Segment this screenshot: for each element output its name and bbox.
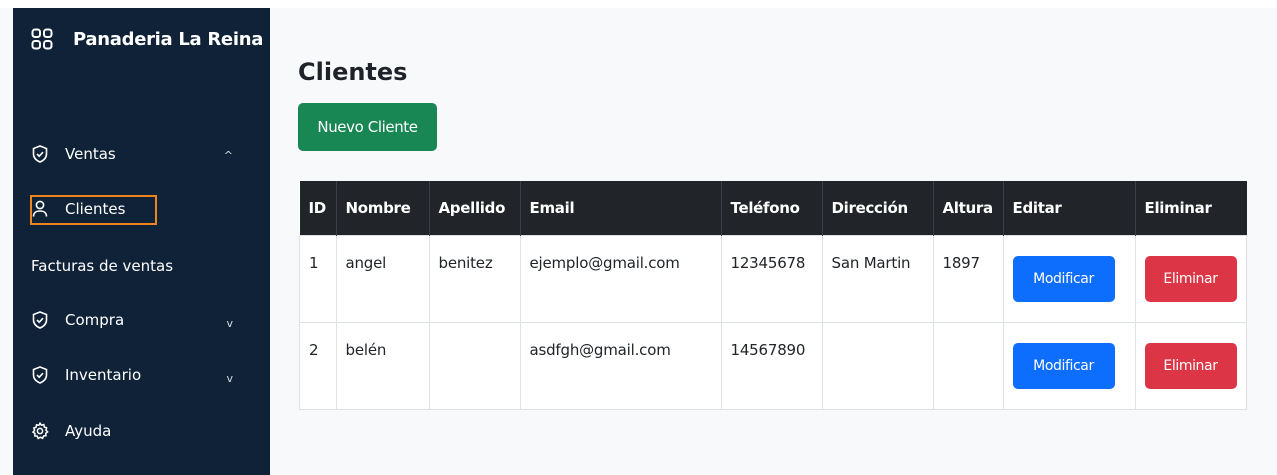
- cell-telefono: 12345678: [720, 235, 823, 323]
- column-header: Eliminar: [1135, 181, 1247, 236]
- grid-icon: [31, 28, 53, 50]
- cell-eliminar: Eliminar: [1134, 322, 1247, 410]
- delete-button[interactable]: Eliminar: [1144, 343, 1237, 389]
- chevron-down-icon: v: [226, 372, 233, 385]
- cell-direccion: San Martin: [821, 235, 934, 323]
- cell-eliminar: Eliminar: [1134, 235, 1247, 323]
- sidebar-item-ayuda[interactable]: Ayuda: [31, 422, 111, 440]
- cell-apellido: benitez: [428, 235, 521, 323]
- chevron-down-icon: v: [226, 317, 233, 330]
- cell-apellido: [428, 322, 521, 410]
- sidebar-item-facturas[interactable]: Facturas de ventas: [31, 257, 173, 275]
- top-strip: [0, 0, 1277, 8]
- sidebar-item-ventas[interactable]: Ventas ^: [31, 145, 257, 163]
- clients-table: ID Nombre Apellido Email Teléfono Direcc…: [299, 181, 1247, 410]
- shield-check-icon: [31, 366, 49, 384]
- cell-telefono: 14567890: [720, 322, 823, 410]
- table-row: 2 belén asdfgh@gmail.com 14567890 Modifi…: [299, 322, 1247, 410]
- table-row: 1 angel benitez ejemplo@gmail.com 123456…: [299, 235, 1247, 323]
- delete-button[interactable]: Eliminar: [1144, 256, 1237, 302]
- shield-check-icon: [31, 145, 49, 163]
- new-client-button[interactable]: Nuevo Cliente: [298, 103, 437, 151]
- sidebar-item-compra[interactable]: Compra v: [31, 311, 257, 330]
- column-header: Nombre: [336, 181, 430, 236]
- brand[interactable]: Panaderia La Reina: [31, 28, 263, 50]
- sidebar-item-inventario[interactable]: Inventario v: [31, 366, 257, 385]
- sidebar-item-label: Ventas: [65, 145, 116, 163]
- brand-name: Panaderia La Reina: [73, 28, 264, 50]
- modify-button[interactable]: Modificar: [1012, 256, 1115, 302]
- gear-icon: [31, 422, 49, 440]
- sidebar-item-label: Ayuda: [65, 422, 112, 440]
- sidebar-item-label: Compra: [65, 311, 125, 329]
- sidebar-item-label: Clientes: [65, 200, 126, 218]
- column-header: Teléfono: [721, 181, 823, 236]
- cell-altura: [932, 322, 1004, 410]
- sidebar-item-label: Inventario: [65, 366, 142, 384]
- sidebar: Panaderia La Reina Ventas ^ Clientes Fac…: [13, 8, 270, 475]
- sidebar-item-label: Facturas de ventas: [31, 257, 174, 275]
- user-icon: [31, 200, 49, 218]
- shield-check-icon: [31, 311, 49, 329]
- chevron-up-icon: ^: [223, 149, 233, 162]
- column-header: Email: [520, 181, 722, 236]
- table-header-row: ID Nombre Apellido Email Teléfono Direcc…: [299, 181, 1247, 236]
- cell-email: ejemplo@gmail.com: [519, 235, 722, 323]
- column-header: ID: [299, 181, 337, 236]
- cell-id: 1: [299, 235, 337, 323]
- cell-direccion: [821, 322, 934, 410]
- column-header: Altura: [933, 181, 1004, 236]
- cell-editar: Modificar: [1002, 322, 1136, 410]
- page-title: Clientes: [298, 58, 408, 86]
- column-header: Apellido: [429, 181, 521, 236]
- cell-id: 2: [299, 322, 337, 410]
- modify-button[interactable]: Modificar: [1012, 343, 1115, 389]
- cell-nombre: belén: [335, 322, 430, 410]
- cell-email: asdfgh@gmail.com: [519, 322, 722, 410]
- cell-altura: 1897: [932, 235, 1004, 323]
- sidebar-item-clientes[interactable]: Clientes: [31, 200, 125, 218]
- cell-editar: Modificar: [1002, 235, 1136, 323]
- column-header: Dirección: [822, 181, 934, 236]
- column-header: Editar: [1003, 181, 1136, 236]
- cell-nombre: angel: [335, 235, 430, 323]
